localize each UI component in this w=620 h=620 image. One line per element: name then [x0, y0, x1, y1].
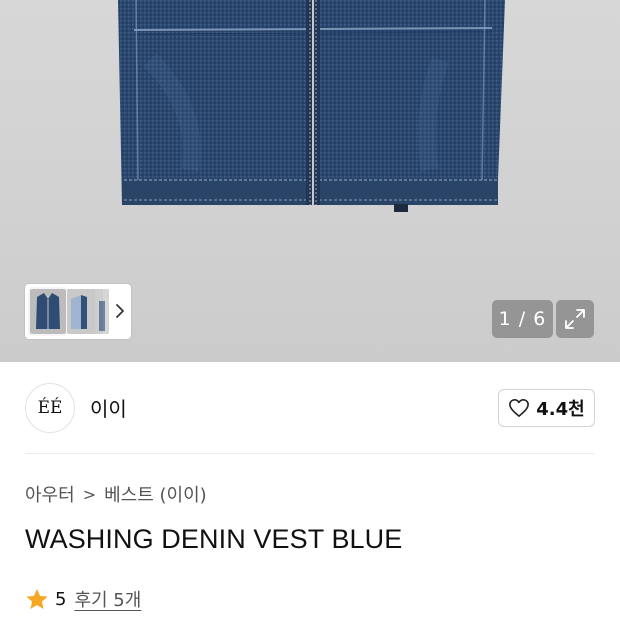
image-counter: 1 / 6	[492, 300, 553, 338]
thumbnail-strip	[25, 284, 131, 339]
expand-button[interactable]	[556, 300, 594, 338]
like-button[interactable]: 4.4천	[498, 389, 595, 427]
brand-row: ÉÉ 이이 4.4천	[0, 362, 620, 454]
breadcrumb-category[interactable]: 아우터	[25, 481, 75, 507]
thumbnail-1[interactable]	[28, 287, 68, 336]
heart-icon	[509, 399, 530, 417]
expand-icon	[565, 309, 585, 329]
product-image-gallery[interactable]: 1 / 6	[0, 0, 620, 362]
star-icon	[26, 588, 48, 609]
breadcrumb: 아우터 > 베스트 (이이)	[25, 481, 207, 507]
divider	[25, 453, 595, 454]
rating-score: 5	[55, 588, 67, 610]
rating-row: 5 후기 5개	[25, 586, 141, 612]
thumbnail-3[interactable]	[95, 289, 109, 334]
breadcrumb-subcategory[interactable]: 베스트 (이이)	[104, 481, 207, 507]
brand-name[interactable]: 이이	[90, 393, 127, 422]
chevron-right-icon[interactable]	[111, 298, 129, 324]
review-count-link[interactable]: 후기 5개	[74, 586, 141, 612]
like-count: 4.4천	[536, 399, 585, 420]
brand-logo[interactable]: ÉÉ	[25, 383, 75, 433]
breadcrumb-separator: >	[82, 484, 97, 504]
product-title: WASHING DENIN VEST BLUE	[25, 524, 403, 554]
